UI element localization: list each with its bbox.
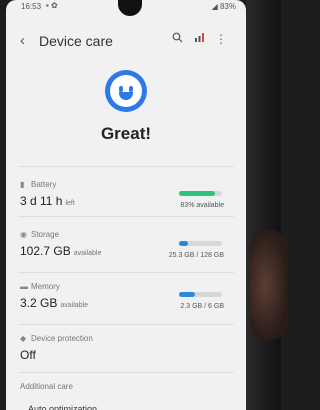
device-protection-label: Device protection [31, 334, 93, 343]
background-edge [246, 0, 281, 410]
signal-icon: ◢ [211, 2, 220, 11]
battery-section[interactable]: ▮ Battery 3 d 11 h left 83% available [6, 180, 246, 230]
smiley-icon [105, 70, 147, 112]
device-protection-section[interactable]: ◆ Device protection Off [6, 334, 246, 384]
memory-bar-fill [179, 292, 196, 297]
status-icons: ▪ ✿ [46, 1, 58, 10]
finger-background [250, 230, 288, 340]
device-protection-value: Off [20, 348, 36, 362]
more-options-icon[interactable]: ⋮ [215, 32, 227, 46]
additional-care-header: Additional care [20, 382, 73, 391]
battery-value: 3 d 11 h [20, 194, 63, 208]
divider [18, 372, 234, 373]
memory-label: Memory [31, 282, 60, 291]
storage-value: 102.7 GB [20, 244, 71, 258]
shield-icon: ◆ [20, 334, 27, 343]
storage-bar-fill [179, 241, 188, 246]
battery-percent: 83% [219, 2, 236, 11]
phone-screen: 16:53 ▪ ✿ ◢ 83% ‹ Device care ⋮ Great! ▮… [6, 0, 246, 410]
memory-chip-icon: ▬ [20, 282, 28, 291]
divider [18, 324, 234, 325]
memory-detail: 2.3 GB / 6 GB [180, 303, 224, 310]
memory-bar [179, 292, 222, 297]
storage-suffix: available [73, 250, 102, 257]
storage-bar [179, 241, 222, 246]
storage-icon: ◉ [20, 230, 27, 239]
status-time: 16:53 [21, 2, 42, 11]
battery-detail: 83% available [180, 202, 224, 209]
performance-chart-icon[interactable] [194, 32, 205, 46]
memory-value: 3.2 GB [20, 296, 58, 310]
divider [18, 272, 234, 273]
battery-icon: ▮ [20, 180, 25, 189]
memory-suffix: available [60, 302, 88, 309]
divider [18, 166, 234, 167]
storage-label: Storage [31, 230, 60, 239]
battery-label: Battery [31, 180, 57, 189]
status-text: Great! [100, 124, 152, 143]
divider [18, 216, 234, 217]
status-battery: ◢ 83% [212, 2, 236, 11]
storage-detail: 25.3 GB / 128 GB [168, 252, 224, 259]
battery-bar [179, 191, 222, 196]
back-chevron-icon[interactable]: ‹ [20, 32, 25, 49]
battery-bar-fill [179, 191, 215, 196]
search-icon[interactable] [172, 32, 183, 46]
battery-suffix: left [65, 200, 75, 207]
cut-off-list-item[interactable]: Auto optimization [28, 404, 97, 410]
page-title: Device care [39, 33, 113, 49]
app-header: ‹ Device care ⋮ [6, 30, 246, 54]
